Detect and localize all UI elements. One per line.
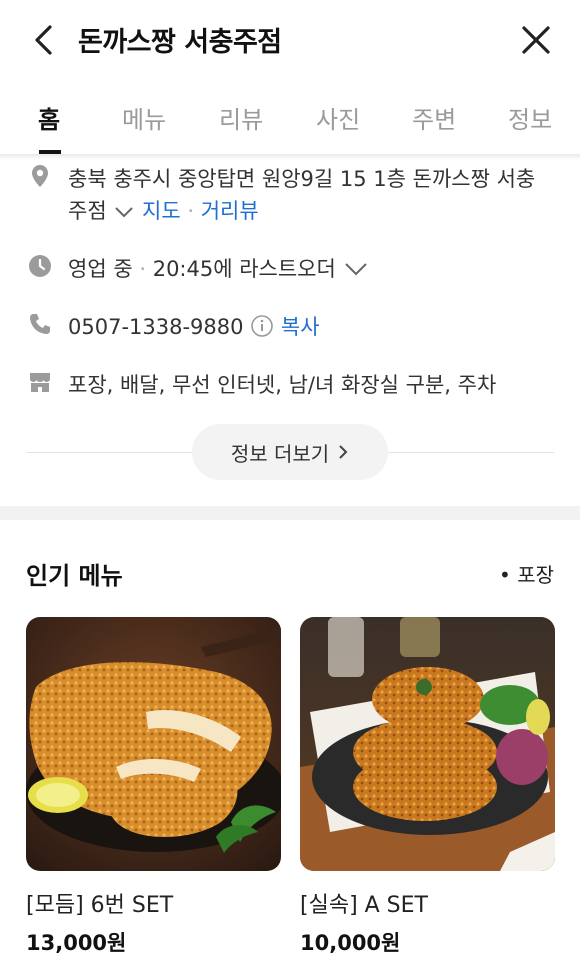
hours-row[interactable]: 영업 중 · 20:45에 라스트오더 <box>68 253 369 283</box>
phone-row: 0507-1338-9880 복사 <box>68 311 320 343</box>
tab-photos[interactable]: 사진 <box>316 100 360 135</box>
separator-dot: · <box>139 257 147 281</box>
close-icon[interactable] <box>518 22 554 58</box>
chevron-right-icon <box>339 445 348 459</box>
tab-info[interactable]: 정보 <box>508 100 552 135</box>
address-line-2: 주점 <box>68 199 107 223</box>
chevron-down-icon[interactable] <box>113 200 135 224</box>
menu-name: [실속] A SET <box>300 893 428 918</box>
tab-nearby[interactable]: 주변 <box>412 100 456 135</box>
tab-reviews[interactable]: 리뷰 <box>219 100 263 135</box>
menu-card[interactable]: [모듬] 6번 SET 13,000원 <box>26 617 281 953</box>
clock-icon <box>28 254 52 278</box>
chevron-down-icon[interactable] <box>343 258 369 282</box>
tab-home[interactable]: 홈 <box>38 100 60 135</box>
amenities-text: 포장, 배달, 무선 인터넷, 남/녀 화장실 구분, 주차 <box>68 373 497 397</box>
menu-photo <box>26 617 281 871</box>
map-link[interactable]: 지도 <box>142 199 181 223</box>
more-info-button[interactable]: 정보 더보기 <box>192 424 388 480</box>
tab-bar: 홈 메뉴 리뷰 사진 주변 정보 <box>0 82 580 156</box>
address-line-1: 충북 충주시 중앙탑면 원앙9길 15 1층 돈까스짱 서충 <box>68 167 536 191</box>
back-arrow-icon[interactable] <box>26 22 62 58</box>
roadview-link[interactable]: 거리뷰 <box>201 199 259 223</box>
section-divider <box>0 506 580 520</box>
tab-divider <box>0 154 580 160</box>
menu-photo <box>300 617 555 871</box>
copy-link[interactable]: 복사 <box>281 315 320 339</box>
separator-dot: · <box>187 199 195 223</box>
phone-number[interactable]: 0507-1338-9880 <box>68 315 244 339</box>
phone-icon <box>28 312 52 336</box>
app-header: 돈까스짱 서충주점 <box>0 0 580 82</box>
takeout-label: 포장 <box>517 563 554 587</box>
address-row: 주점 지도 · 거리뷰 <box>68 195 259 225</box>
location-pin-icon <box>28 164 52 188</box>
info-icon[interactable] <box>250 314 274 343</box>
tab-menu[interactable]: 메뉴 <box>122 100 166 135</box>
bullet: • <box>499 563 511 587</box>
store-icon <box>28 370 52 394</box>
takeout-filter[interactable]: • 포장 <box>499 559 554 588</box>
menu-price: 13,000원 <box>26 931 127 953</box>
menu-card[interactable]: [실속] A SET 10,000원 <box>300 617 555 953</box>
last-order-time: 20:45에 라스트오더 <box>152 257 336 281</box>
page-title: 돈까스짱 서충주점 <box>78 27 282 58</box>
menu-name: [모듬] 6번 SET <box>26 893 174 918</box>
more-info-label: 정보 더보기 <box>230 441 330 466</box>
open-status: 영업 중 <box>68 257 133 281</box>
menu-price: 10,000원 <box>300 931 401 953</box>
popular-menu-title: 인기 메뉴 <box>26 562 123 590</box>
